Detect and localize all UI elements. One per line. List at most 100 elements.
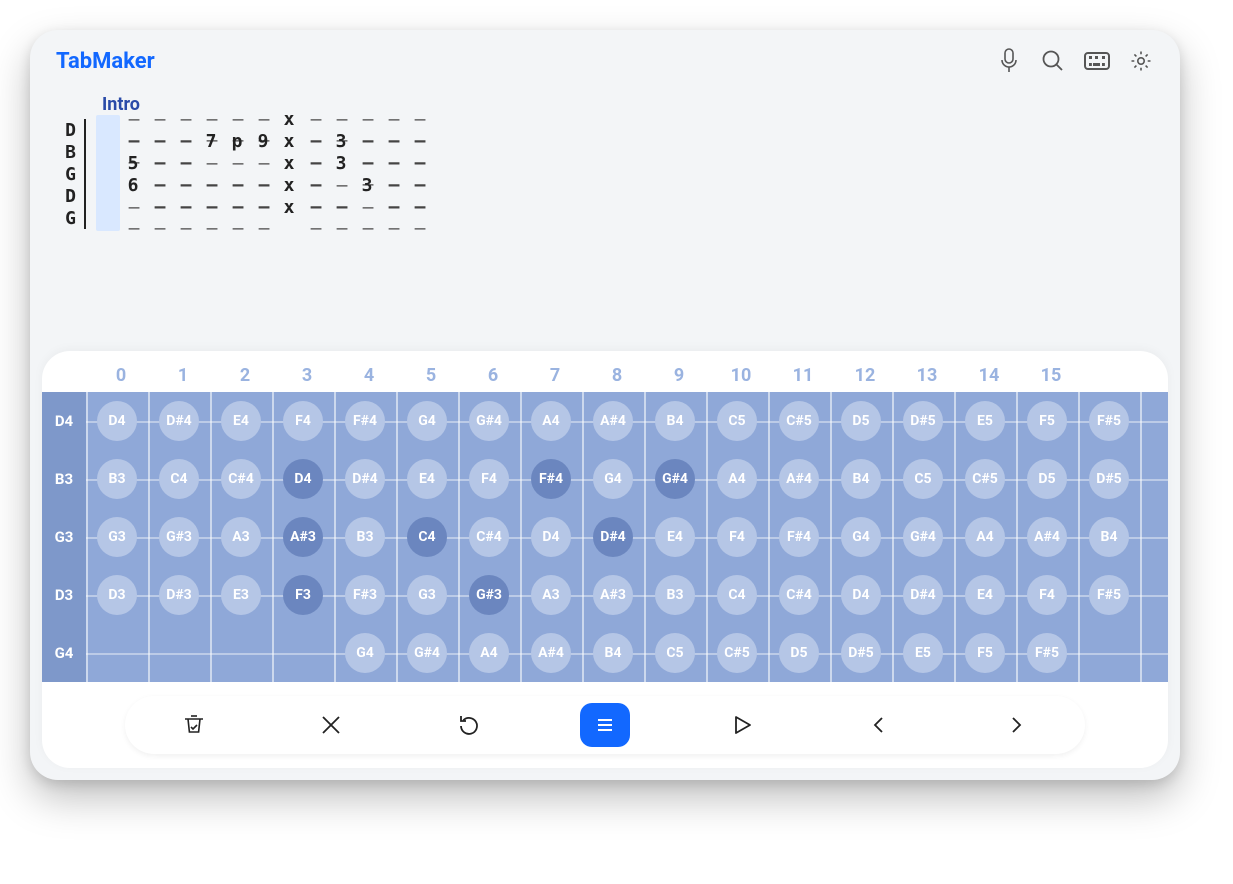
note-dot[interactable]: F#5 — [1089, 575, 1129, 615]
fret-cell[interactable]: C#5 — [954, 450, 1016, 508]
note-dot[interactable]: G3 — [407, 575, 447, 615]
note-dot[interactable]: D5 — [841, 401, 881, 441]
note-dot[interactable]: A#4 — [531, 633, 571, 673]
fret-cell[interactable] — [1078, 624, 1140, 682]
fret-cell[interactable]: C5 — [706, 392, 768, 450]
note-dot[interactable]: E4 — [965, 575, 1005, 615]
fret-cell[interactable]: E4 — [210, 392, 272, 450]
note-dot[interactable]: A4 — [531, 401, 571, 441]
tab-cell-empty[interactable] — [94, 197, 120, 239]
note-dot[interactable]: D#5 — [1089, 459, 1129, 499]
note-dot[interactable]: D#3 — [159, 575, 199, 615]
fret-cell[interactable]: F4 — [458, 450, 520, 508]
note-dot[interactable]: C#5 — [779, 401, 819, 441]
mic-icon[interactable] — [996, 48, 1022, 74]
note-dot[interactable]: D5 — [779, 633, 819, 673]
search-icon[interactable] — [1040, 48, 1066, 74]
fret-cell[interactable]: G4 — [396, 392, 458, 450]
fret-cell[interactable]: F#3 — [334, 566, 396, 624]
note-dot[interactable]: C4 — [717, 575, 757, 615]
fret-cell[interactable]: F#5 — [1078, 566, 1140, 624]
fret-cell[interactable] — [86, 624, 148, 682]
fret-cell[interactable]: D#4 — [582, 508, 644, 566]
gear-icon[interactable] — [1128, 48, 1154, 74]
fret-cell[interactable]: A#3 — [272, 508, 334, 566]
fret-cell[interactable]: A#4 — [768, 450, 830, 508]
fret-cell[interactable]: C4 — [148, 450, 210, 508]
fret-cell[interactable]: B4 — [830, 450, 892, 508]
fret-cell[interactable]: G4 — [830, 508, 892, 566]
tab-cell-empty[interactable] — [250, 197, 276, 239]
play-button[interactable] — [717, 703, 767, 747]
note-dot[interactable]: E3 — [221, 575, 261, 615]
close-button[interactable] — [306, 703, 356, 747]
note-dot[interactable]: A3 — [531, 575, 571, 615]
note-dot[interactable]: G3 — [97, 517, 137, 557]
fret-cell[interactable]: F#4 — [768, 508, 830, 566]
note-dot[interactable]: C#5 — [717, 633, 757, 673]
tab-cell-empty[interactable] — [224, 197, 250, 239]
next-button[interactable] — [991, 703, 1041, 747]
note-dot[interactable]: G#3 — [469, 575, 509, 615]
fret-cell[interactable]: F4 — [706, 508, 768, 566]
fret-cell[interactable]: A4 — [954, 508, 1016, 566]
fret-cell[interactable]: D#5 — [1078, 450, 1140, 508]
fret-cell[interactable]: G3 — [86, 508, 148, 566]
fret-cell[interactable]: B4 — [582, 624, 644, 682]
note-dot[interactable]: F5 — [965, 633, 1005, 673]
fret-cell[interactable]: G4 — [334, 624, 396, 682]
note-dot[interactable]: C4 — [159, 459, 199, 499]
fret-cell[interactable]: F3 — [272, 566, 334, 624]
fret-cell[interactable]: G#4 — [644, 450, 706, 508]
fret-cell[interactable]: B3 — [334, 508, 396, 566]
fretboard[interactable]: D4D4D#4E4F4F#4G4G#4A4A#4B4C5C#5D5D#5E5F5… — [42, 392, 1168, 682]
fret-cell[interactable]: C#5 — [768, 392, 830, 450]
note-dot[interactable]: D#4 — [903, 575, 943, 615]
fret-cell[interactable]: B4 — [644, 392, 706, 450]
note-dot[interactable]: B3 — [345, 517, 385, 557]
note-dot[interactable]: D4 — [531, 517, 571, 557]
tab-cell-empty[interactable] — [198, 197, 224, 239]
fret-cell[interactable]: D4 — [272, 450, 334, 508]
fret-cell[interactable]: G#3 — [458, 566, 520, 624]
fret-cell[interactable]: E4 — [396, 450, 458, 508]
note-dot[interactable]: G4 — [593, 459, 633, 499]
fret-cell[interactable]: D#4 — [148, 392, 210, 450]
fret-cell[interactable]: E5 — [954, 392, 1016, 450]
fret-cell[interactable]: G3 — [396, 566, 458, 624]
fret-cell[interactable]: A3 — [520, 566, 582, 624]
note-dot[interactable]: D#5 — [903, 401, 943, 441]
note-dot[interactable]: B4 — [655, 401, 695, 441]
fret-cell[interactable]: C#5 — [706, 624, 768, 682]
note-dot[interactable]: A#4 — [593, 401, 633, 441]
tab-cell-empty[interactable] — [146, 197, 172, 239]
note-dot[interactable]: G4 — [841, 517, 881, 557]
note-dot[interactable]: E4 — [655, 517, 695, 557]
note-dot[interactable]: C5 — [903, 459, 943, 499]
fret-cell[interactable]: C#4 — [768, 566, 830, 624]
fret-cell[interactable]: D3 — [86, 566, 148, 624]
note-dot[interactable]: G4 — [407, 401, 447, 441]
fret-cell[interactable]: A4 — [458, 624, 520, 682]
note-dot[interactable]: D4 — [283, 459, 323, 499]
note-dot[interactable]: F3 — [283, 575, 323, 615]
note-dot[interactable]: E4 — [221, 401, 261, 441]
note-dot[interactable]: A4 — [965, 517, 1005, 557]
note-dot[interactable]: F#3 — [345, 575, 385, 615]
fret-cell[interactable]: D#5 — [830, 624, 892, 682]
note-dot[interactable]: C4 — [407, 517, 447, 557]
tab-editor[interactable]: Intro DxB7p9x3G85x3D6x3Gx — [30, 84, 1180, 249]
note-dot[interactable]: C5 — [655, 633, 695, 673]
fret-cell[interactable]: D5 — [1016, 450, 1078, 508]
fret-cell[interactable]: G#4 — [396, 624, 458, 682]
note-dot[interactable]: B3 — [97, 459, 137, 499]
fret-cell[interactable]: C4 — [396, 508, 458, 566]
fret-cell[interactable]: F4 — [1016, 566, 1078, 624]
note-dot[interactable]: F#4 — [345, 401, 385, 441]
fret-cell[interactable]: D#3 — [148, 566, 210, 624]
fret-cell[interactable]: D5 — [768, 624, 830, 682]
note-dot[interactable]: B3 — [655, 575, 695, 615]
note-dot[interactable]: D#4 — [159, 401, 199, 441]
note-dot[interactable]: F5 — [1027, 401, 1067, 441]
note-dot[interactable]: B4 — [841, 459, 881, 499]
